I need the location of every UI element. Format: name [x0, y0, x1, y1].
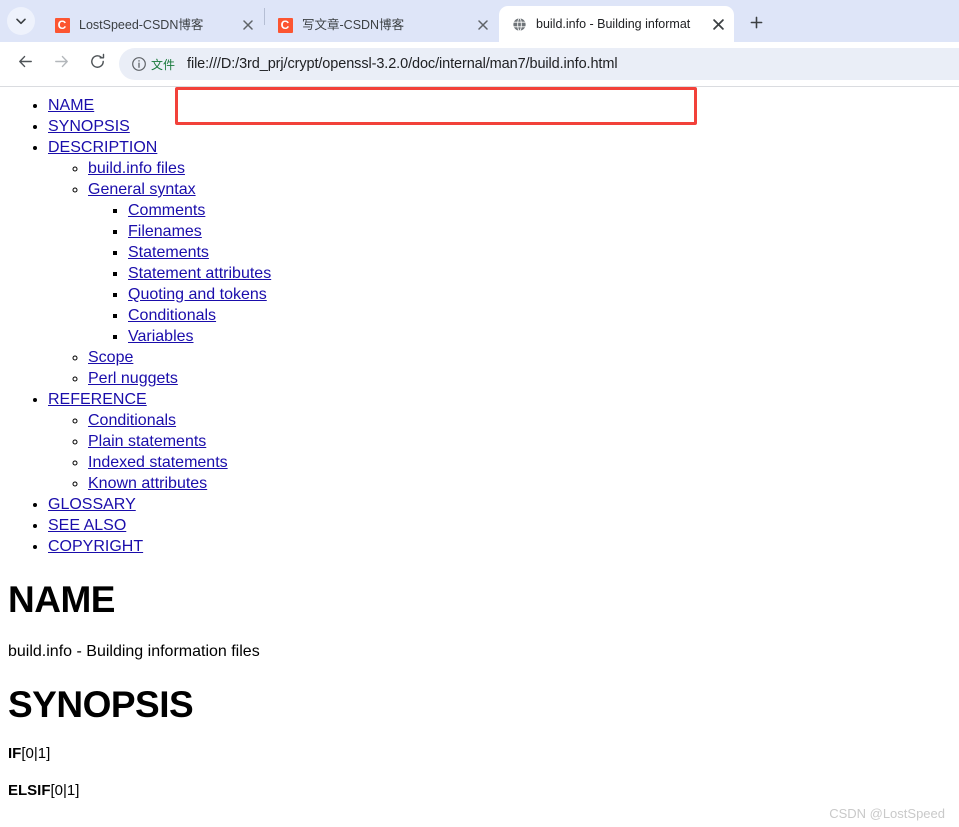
forward-arrow-icon	[52, 52, 71, 76]
section-body-name: build.info - Building information files	[8, 642, 260, 660]
tab-title-1: LostSpeed-CSDN博客	[79, 18, 204, 32]
address-bar[interactable]: 文件 file:///D:/3rd_prj/crypt/openssl-3.2.…	[119, 48, 959, 80]
toc-link[interactable]: General syntax	[88, 181, 196, 198]
csdn-favicon-icon: C	[54, 17, 70, 33]
toc-item[interactable]: GLOSSARY	[48, 494, 951, 515]
toc-item[interactable]: build.info files	[88, 158, 951, 179]
synopsis-keyword-if: IF	[8, 745, 22, 763]
synopsis-keyword-elsif: ELSIF	[8, 782, 51, 800]
tab-title-3: build.info - Building informat	[536, 17, 691, 31]
toc-link[interactable]: COPYRIGHT	[48, 538, 143, 555]
plus-icon	[750, 16, 763, 34]
page-viewport: NAME SYNOPSIS DESCRIPTION build.info fil…	[0, 87, 959, 827]
toc-item[interactable]: Perl nuggets	[88, 368, 951, 389]
toc-item[interactable]: SEE ALSO	[48, 515, 951, 536]
tab-search-area	[0, 0, 42, 42]
browser-toolbar: 文件 file:///D:/3rd_prj/crypt/openssl-3.2.…	[0, 42, 959, 125]
toc-sublist: build.info files General syntax Comments…	[48, 158, 951, 389]
browser-window: C LostSpeed-CSDN博客 C 写文章-CSDN博客 build.in…	[0, 0, 959, 827]
toc-link[interactable]: Quoting and tokens	[128, 286, 267, 303]
toc-item[interactable]: Indexed statements	[88, 452, 951, 473]
csdn-watermark: CSDN @LostSpeed	[829, 806, 945, 821]
toc-link[interactable]: Known attributes	[88, 475, 207, 492]
toc-item[interactable]: Known attributes	[88, 473, 951, 494]
synopsis-args-if: [0|1]	[21, 745, 51, 763]
omnibox-url-text: file:///D:/3rd_prj/crypt/openssl-3.2.0/d…	[187, 56, 618, 72]
info-circle-icon[interactable]	[130, 55, 148, 73]
toc-link[interactable]: Comments	[128, 202, 205, 219]
back-button[interactable]	[10, 49, 40, 79]
document-body: NAME SYNOPSIS DESCRIPTION build.info fil…	[0, 87, 959, 800]
browser-tab-1[interactable]: C LostSpeed-CSDN博客	[42, 8, 264, 42]
toc-link[interactable]: Scope	[88, 349, 133, 366]
toc-link[interactable]: NAME	[48, 97, 94, 114]
toc-link[interactable]: Statement attributes	[128, 265, 271, 282]
tab-close-button-1[interactable]	[238, 15, 258, 35]
toc-item[interactable]: Plain statements	[88, 431, 951, 452]
toc-item[interactable]: Comments	[128, 200, 951, 221]
synopsis-line-if: IF[0|1]	[8, 745, 951, 763]
section-heading-name: NAME	[8, 579, 115, 620]
favicon-letter: C	[54, 17, 70, 33]
browser-tab-3[interactable]: build.info - Building informat	[499, 6, 734, 42]
section-heading-synopsis: SYNOPSIS	[8, 683, 194, 725]
toc-item[interactable]: NAME	[48, 95, 951, 116]
globe-icon	[511, 16, 527, 32]
toc-link[interactable]: Plain statements	[88, 433, 206, 450]
toc-item[interactable]: Scope	[88, 347, 951, 368]
toc-link[interactable]: Perl nuggets	[88, 370, 178, 387]
toc-sublist: Comments Filenames Statements Statement …	[88, 200, 951, 347]
toc-link[interactable]: Statements	[128, 244, 209, 261]
toc-link[interactable]: build.info files	[88, 160, 185, 177]
toc-item[interactable]: DESCRIPTION build.info files General syn…	[48, 137, 951, 389]
toc-link[interactable]: SEE ALSO	[48, 517, 126, 534]
forward-button[interactable]	[46, 49, 76, 79]
toc-link[interactable]: SYNOPSIS	[48, 118, 130, 135]
browser-tab-2[interactable]: C 写文章-CSDN博客	[265, 8, 499, 42]
chevron-down-icon	[15, 15, 27, 27]
toc-link[interactable]: Indexed statements	[88, 454, 228, 471]
toc-link[interactable]: GLOSSARY	[48, 496, 136, 513]
toc-item[interactable]: SYNOPSIS	[48, 116, 951, 137]
toc-item[interactable]: COPYRIGHT	[48, 536, 951, 557]
toc-link[interactable]: Conditionals	[88, 412, 176, 429]
toc-link[interactable]: Filenames	[128, 223, 202, 240]
toc-item[interactable]: Statements	[128, 242, 951, 263]
toc-link[interactable]: DESCRIPTION	[48, 139, 157, 156]
toc-item[interactable]: General syntax Comments Filenames Statem…	[88, 179, 951, 347]
omnibox-scheme-label: 文件	[151, 57, 176, 72]
back-arrow-icon	[16, 52, 35, 76]
favicon-letter: C	[277, 17, 293, 33]
csdn-favicon-icon: C	[277, 17, 293, 33]
toc-item[interactable]: Variables	[128, 326, 951, 347]
tab-close-button-2[interactable]	[473, 15, 493, 35]
toc-sublist: Conditionals Plain statements Indexed st…	[48, 410, 951, 494]
toc-item[interactable]: Quoting and tokens	[128, 284, 951, 305]
synopsis-line-elsif: ELSIF[0|1]	[8, 782, 951, 800]
toc-item[interactable]: REFERENCE Conditionals Plain statements …	[48, 389, 951, 494]
synopsis-args-elsif: [0|1]	[50, 782, 80, 800]
tab-title-2: 写文章-CSDN博客	[302, 18, 405, 32]
toc-item[interactable]: Conditionals	[88, 410, 951, 431]
toc-item[interactable]: Statement attributes	[128, 263, 951, 284]
tab-strip: C LostSpeed-CSDN博客 C 写文章-CSDN博客 build.in…	[0, 0, 959, 42]
toc-item[interactable]: Filenames	[128, 221, 951, 242]
tab-search-button[interactable]	[7, 7, 35, 35]
table-of-contents: NAME SYNOPSIS DESCRIPTION build.info fil…	[8, 95, 951, 557]
toc-link[interactable]: REFERENCE	[48, 391, 147, 408]
tab-close-button-3[interactable]	[708, 14, 728, 34]
reload-icon	[88, 52, 107, 76]
new-tab-button[interactable]	[742, 11, 770, 39]
toc-item[interactable]: Conditionals	[128, 305, 951, 326]
toc-link[interactable]: Variables	[128, 328, 194, 345]
reload-button[interactable]	[82, 49, 112, 79]
toc-link[interactable]: Conditionals	[128, 307, 216, 324]
